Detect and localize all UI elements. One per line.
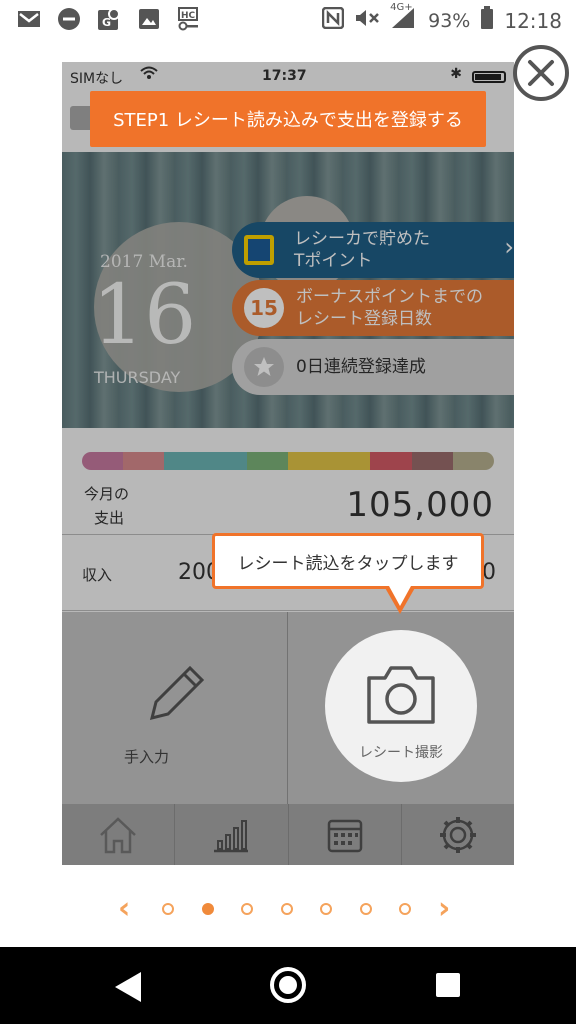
signal-icon: 4G+	[390, 2, 418, 35]
income-amount-tail: 0	[482, 560, 496, 585]
chevron-right-icon: ›	[504, 233, 514, 261]
android-nav-bar	[0, 947, 576, 1024]
bluetooth-icon: ✱	[450, 66, 462, 82]
tpoint-line1: レシーカで貯めた	[294, 229, 430, 249]
calendar-icon	[327, 819, 362, 852]
receipt-capture-button[interactable]: レシート撮影	[325, 630, 477, 782]
status-bar: G HC 4G+ 93% 12:18	[0, 0, 576, 40]
divider	[62, 610, 514, 611]
tpoint-card[interactable]: レシーカで貯めた Tポイント ›	[232, 222, 514, 278]
date-day: 16	[92, 268, 197, 363]
tab-settings[interactable]	[402, 804, 514, 865]
page-dot[interactable]	[280, 903, 293, 915]
mute-icon	[354, 7, 380, 34]
recents-icon[interactable]	[436, 973, 460, 997]
nfc-icon	[321, 6, 345, 34]
tpoint-line2: Tポイント	[294, 251, 373, 271]
bonus-card[interactable]: 15 ボーナスポイントまでの レシート登録日数	[232, 280, 514, 336]
clock: 12:18	[504, 8, 562, 33]
manual-entry-label: 手入力	[124, 748, 170, 766]
date-weekday: THURSDAY	[94, 368, 181, 387]
ios-battery-icon	[472, 71, 506, 83]
category-segment	[411, 452, 453, 470]
ios-clock: 17:37	[262, 68, 307, 84]
close-button[interactable]	[513, 45, 569, 101]
gmail-icon	[16, 6, 42, 32]
network-type-label: 4G+	[390, 2, 413, 13]
category-segment	[205, 452, 247, 470]
svg-text:G: G	[102, 16, 111, 29]
income-label: 収入	[82, 566, 113, 584]
maps-icon: G	[96, 6, 122, 32]
chart-icon	[214, 819, 249, 852]
home-icon	[100, 816, 136, 853]
tab-calendar[interactable]	[289, 804, 402, 865]
ios-status-bar: SIMなし 17:37 ✱	[62, 62, 514, 88]
category-color-bar	[82, 452, 494, 470]
photos-icon	[136, 6, 162, 32]
page-dot[interactable]	[359, 903, 372, 915]
star-icon	[244, 347, 284, 387]
carrier-label: SIMなし	[70, 71, 124, 87]
do-not-disturb-icon	[56, 6, 82, 32]
hc-key-icon: HC	[176, 6, 202, 32]
category-segment	[452, 452, 494, 470]
spending-label: 今月の 支出	[84, 485, 130, 527]
pencil-icon	[144, 662, 208, 730]
tutorial-screen: G HC 4G+ 93% 12:18 SIMなし 17:37 ✱ 2017 Ma…	[0, 0, 576, 1024]
back-icon[interactable]	[115, 972, 141, 1002]
page-dot[interactable]	[399, 903, 411, 915]
tab-bar	[62, 804, 514, 865]
svg-text:HC: HC	[181, 11, 196, 21]
close-icon	[528, 60, 554, 86]
category-segment	[329, 452, 371, 470]
next-page-arrow-icon[interactable]: ›	[438, 891, 450, 926]
tap-hint-callout: レシート読込をタップします	[212, 533, 484, 589]
bonus-line1: ボーナスポイントまでの	[296, 287, 483, 307]
tpoint-logo-icon	[244, 235, 274, 265]
page-dot[interactable]	[201, 903, 214, 915]
category-segment	[82, 452, 124, 470]
settings-icon	[439, 816, 476, 853]
wifi-icon	[140, 66, 158, 84]
category-segment	[123, 452, 165, 470]
category-segment	[246, 452, 289, 470]
streak-label: 0日連続登録達成	[296, 357, 426, 377]
receipt-capture-label: レシート撮影	[359, 745, 443, 761]
bonus-line2: レシート登録日数	[296, 309, 432, 329]
battery-percent: 93%	[428, 9, 471, 32]
tab-home[interactable]	[62, 804, 176, 865]
page-dot[interactable]	[320, 903, 332, 915]
home-nav-icon[interactable]	[270, 967, 306, 1003]
page-dot[interactable]	[162, 903, 174, 915]
page-indicator: ‹ ›	[110, 891, 470, 926]
step-banner: STEP1 レシート読み込みで支出を登録する	[90, 91, 486, 147]
battery-icon	[480, 6, 494, 35]
category-segment	[288, 452, 330, 470]
page-dot[interactable]	[241, 903, 253, 915]
prev-page-arrow-icon[interactable]: ‹	[118, 891, 130, 926]
tab-chart[interactable]	[175, 804, 289, 865]
manual-entry-button[interactable]: 手入力	[62, 612, 288, 804]
spending-amount: 105,000	[346, 485, 494, 525]
category-segment	[370, 452, 412, 470]
camera-icon	[365, 664, 437, 730]
streak-card[interactable]: 0日連続登録達成	[232, 339, 514, 395]
category-segment	[164, 452, 206, 470]
bonus-days-badge: 15	[244, 288, 284, 328]
